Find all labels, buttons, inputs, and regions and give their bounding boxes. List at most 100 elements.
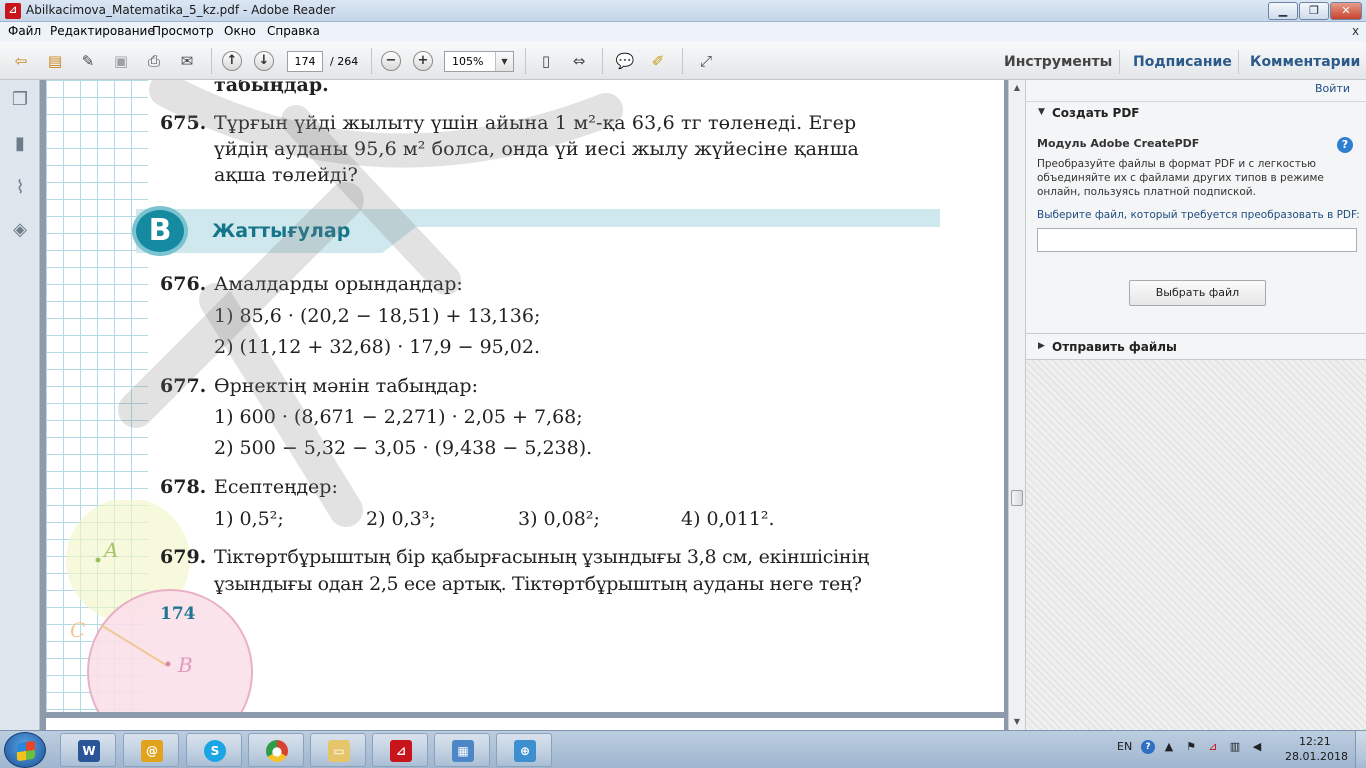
page-number: 174 <box>160 604 196 624</box>
highlight-text-icon[interactable]: ✐ <box>647 51 669 71</box>
page-total-label: / 264 <box>330 55 359 68</box>
minimize-button[interactable]: ▁ <box>1268 2 1298 20</box>
tools-pane: Войти ▼ Создать PDF Модуль Adobe CreateP… <box>1025 80 1366 730</box>
taskbar-mail[interactable]: @ <box>123 733 179 767</box>
help-icon[interactable]: ? <box>1337 137 1353 153</box>
zoom-value: 105% <box>452 55 484 68</box>
combine-files-icon[interactable]: ▤ <box>44 51 66 71</box>
vertical-scrollbar[interactable]: ▲ ▼ <box>1008 80 1025 730</box>
chevron-down-icon[interactable]: ▼ <box>495 52 513 71</box>
acrobat-tray-icon[interactable]: ⊿ <box>1206 740 1220 754</box>
network-icon: ⊕ <box>514 740 536 762</box>
file-path-field[interactable] <box>1037 228 1357 252</box>
taskbar-chrome[interactable]: ● <box>248 733 304 767</box>
flag-icon[interactable]: ⚑ <box>1184 740 1198 754</box>
taskbar-adobe-reader[interactable]: ⊿ <box>372 733 428 767</box>
expanded-triangle-icon: ▼ <box>1038 107 1045 117</box>
word-icon: W <box>78 740 100 762</box>
taskbar-skype[interactable]: S <box>186 733 242 767</box>
tab-comments[interactable]: Комментарии <box>1250 54 1360 70</box>
toolbar-separator <box>211 48 212 74</box>
taskbar: W @ S ● ▭ ⊿ ▦ ⊕ EN ? ▲ ⚑ ⊿ ▥ ◀ 12:21 28.… <box>0 730 1366 768</box>
close-document-button[interactable]: x <box>1352 24 1359 38</box>
save-icon[interactable]: ▣ <box>110 51 132 71</box>
taskbar-explorer[interactable]: ▭ <box>310 733 366 767</box>
menu-view[interactable]: Просмотр <box>152 24 214 38</box>
create-pdf-header[interactable]: ▼ Создать PDF <box>1026 101 1366 125</box>
tab-separator <box>1238 50 1239 74</box>
send-files-header[interactable]: ▶ Отправить файлы <box>1026 333 1366 360</box>
edit-pdf-icon[interactable]: ✎ <box>77 51 99 71</box>
problem-677-item: 1) 600 · (8,671 − 2,271) · 2,05 + 7,68; <box>214 406 583 428</box>
problem-678-item: 3) 0,08²; <box>518 508 600 530</box>
create-pdf-icon[interactable]: ⇦ <box>10 51 32 71</box>
toolbar-separator <box>602 48 603 74</box>
createpdf-module-title: Модуль Adobe CreatePDF <box>1037 137 1200 150</box>
show-hidden-icons-icon[interactable]: ▲ <box>1162 740 1176 754</box>
show-desktop-button[interactable] <box>1355 731 1366 768</box>
collapsed-triangle-icon: ▶ <box>1038 341 1045 351</box>
create-pdf-header-label: Создать PDF <box>1052 106 1140 120</box>
language-indicator[interactable]: EN <box>1117 740 1132 753</box>
scroll-down-icon[interactable]: ▼ <box>1009 714 1025 730</box>
toolbar-separator <box>371 48 372 74</box>
control-panel-icon: ▦ <box>452 740 474 762</box>
document-view[interactable]: A B C табыңдар. 675. Тұрғын үйді жылыту … <box>40 80 1010 730</box>
problem-678-item: 4) 0,011². <box>681 508 775 530</box>
fit-width-icon[interactable]: ⇔ <box>568 51 590 71</box>
zoom-in-button[interactable]: + <box>413 51 433 71</box>
network-tray-icon[interactable]: ▥ <box>1228 740 1242 754</box>
menu-help[interactable]: Справка <box>267 24 320 38</box>
sign-in-link[interactable]: Войти <box>1315 82 1350 95</box>
page-number-input[interactable]: 174 <box>287 51 323 72</box>
scrollbar-thumb[interactable] <box>1011 490 1023 506</box>
attachment-icon[interactable]: ⌇ <box>8 176 32 200</box>
sticky-note-icon[interactable]: 💬 <box>614 51 636 71</box>
page-thumbnails-icon[interactable]: ❐ <box>8 88 32 112</box>
next-pdf-page <box>46 718 1004 730</box>
print-icon[interactable]: ⎙ <box>143 51 165 71</box>
taskbar-network[interactable]: ⊕ <box>496 733 552 767</box>
taskbar-word[interactable]: W <box>60 733 116 767</box>
acrobat-icon: ⊿ <box>390 740 412 762</box>
menu-file[interactable]: Файл <box>8 24 41 38</box>
menu-window[interactable]: Окно <box>224 24 256 38</box>
problem-675-line: үйдің ауданы 95,6 м² болса, онда үй иесі… <box>214 138 859 160</box>
tab-tools[interactable]: Инструменты <box>1004 54 1112 70</box>
choose-file-button[interactable]: Выбрать файл <box>1129 280 1266 306</box>
next-page-button[interactable]: ↓ <box>254 51 274 71</box>
email-icon[interactable]: ✉ <box>176 51 198 71</box>
menu-bar: Файл Редактирование Просмотр Окно Справк… <box>0 22 1366 42</box>
fullscreen-icon[interactable]: ⤢ <box>695 51 717 71</box>
geometry-label-c: C <box>70 618 86 642</box>
problem-675-line: Тұрғын үйді жылыту үшін айына 1 м²-қа 63… <box>214 112 857 134</box>
problem-number-679: 679. <box>160 546 207 568</box>
bookmark-icon[interactable]: ▮ <box>8 132 32 156</box>
close-button[interactable]: ✕ <box>1330 2 1362 20</box>
taskbar-control-panel[interactable]: ▦ <box>434 733 490 767</box>
menu-edit[interactable]: Редактирование <box>50 24 155 38</box>
layers-icon[interactable]: ◈ <box>8 218 32 242</box>
previous-page-button[interactable]: ↑ <box>222 51 242 71</box>
clock-date[interactable]: 28.01.2018 <box>1285 750 1348 763</box>
start-button[interactable] <box>4 732 46 768</box>
chrome-icon: ● <box>266 740 288 762</box>
toolbar: ⇦ ▤ ✎ ▣ ⎙ ✉ ↑ ↓ 174 / 264 − + 105% ▼ ▯ ⇔… <box>0 42 1366 80</box>
help-tray-icon[interactable]: ? <box>1141 740 1155 754</box>
volume-icon[interactable]: ◀ <box>1250 740 1264 754</box>
problem-number-676: 676. <box>160 273 207 295</box>
section-badge: B <box>132 206 188 256</box>
title-bar: ⊿ Abilkacimova_Matematika_5_kz.pdf - Ado… <box>0 0 1366 22</box>
fit-page-icon[interactable]: ▯ <box>535 51 557 71</box>
zoom-out-button[interactable]: − <box>381 51 401 71</box>
problem-678-item: 1) 0,5²; <box>214 508 284 530</box>
problem-number-678: 678. <box>160 476 207 498</box>
clock-time[interactable]: 12:21 <box>1299 735 1331 748</box>
zoom-select[interactable]: 105% ▼ <box>444 51 514 72</box>
text-fragment: табыңдар. <box>214 80 329 96</box>
scroll-up-icon[interactable]: ▲ <box>1009 80 1025 96</box>
tab-sign[interactable]: Подписание <box>1133 54 1232 70</box>
problem-676-item: 2) (11,12 + 32,68) · 17,9 − 95,02. <box>214 336 541 358</box>
adobe-reader-icon: ⊿ <box>5 3 21 19</box>
maximize-button[interactable]: ❐ <box>1299 2 1329 20</box>
